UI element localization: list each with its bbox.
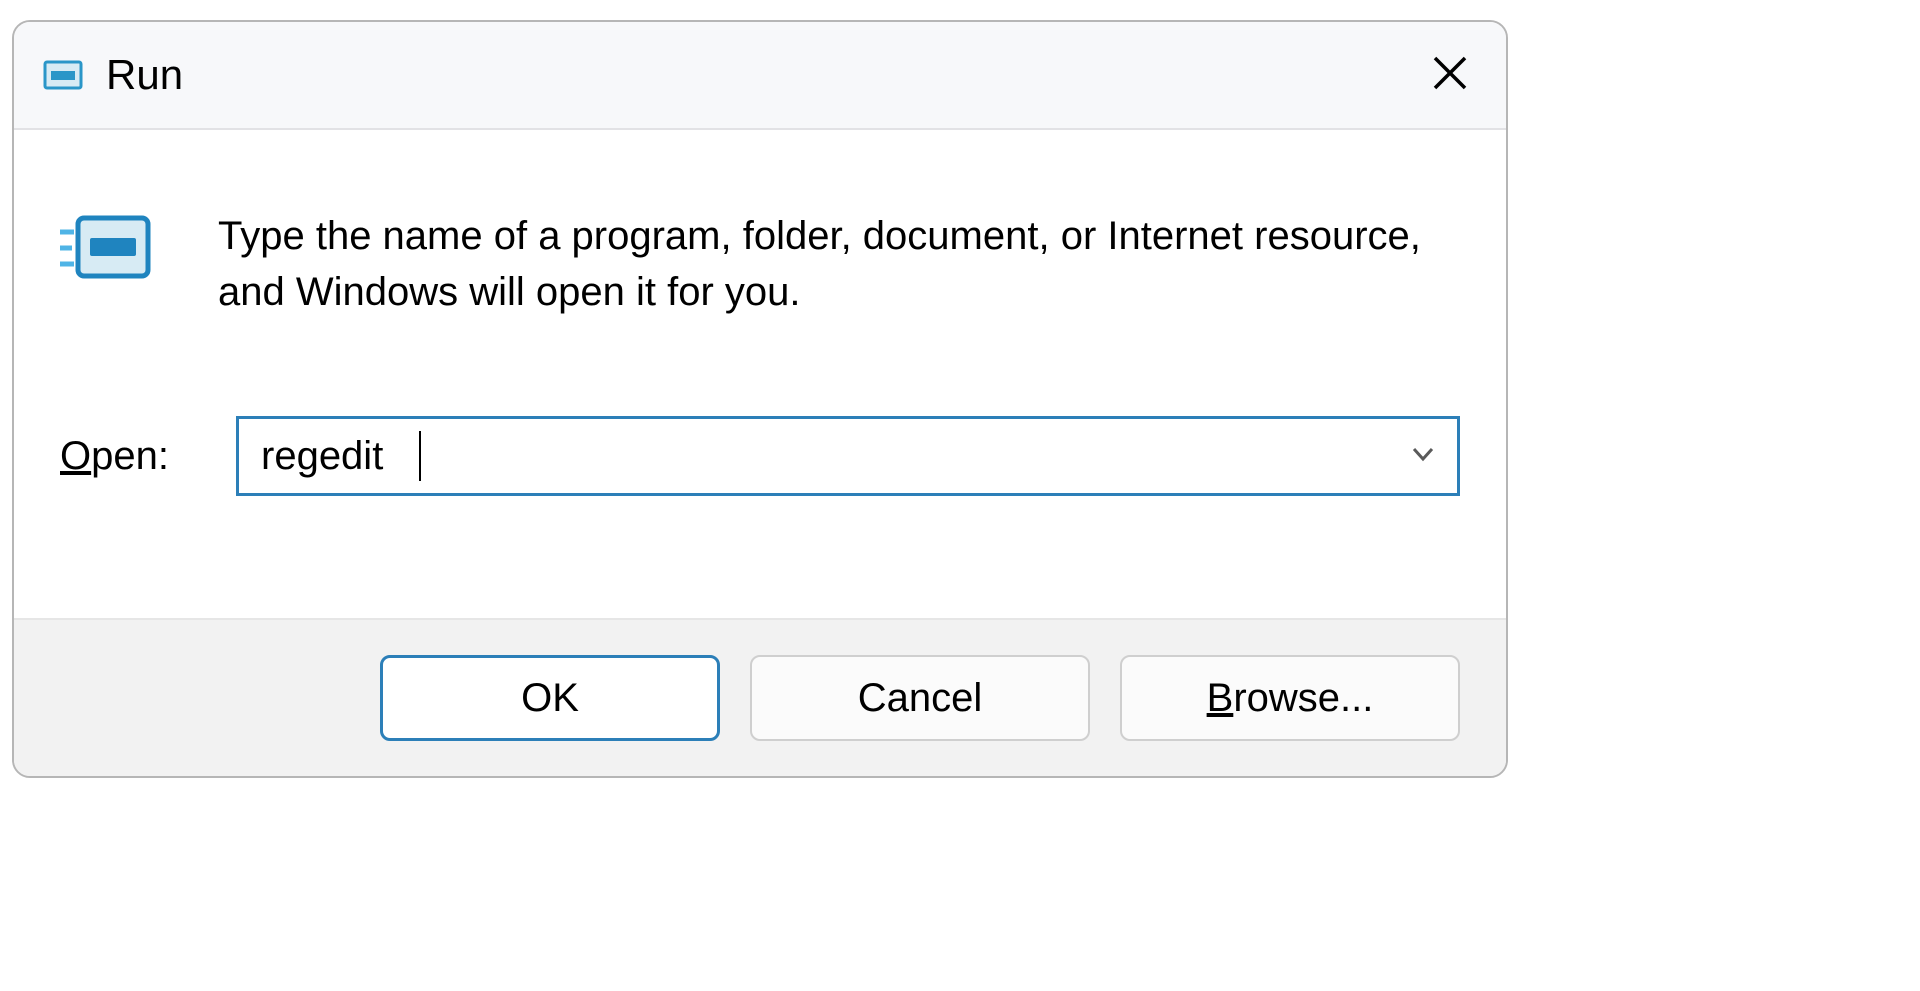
open-input[interactable] — [239, 419, 1457, 493]
run-dialog: Run — [12, 20, 1508, 778]
ok-button-label: OK — [521, 676, 579, 721]
dialog-title: Run — [106, 51, 1418, 99]
dialog-footer: OK Cancel Browse... — [14, 618, 1506, 776]
dialog-description: Type the name of a program, folder, docu… — [218, 208, 1458, 320]
ok-button[interactable]: OK — [380, 655, 720, 741]
browse-button[interactable]: Browse... — [1120, 655, 1460, 741]
combobox-dropdown-button[interactable] — [1403, 419, 1443, 493]
run-large-icon — [60, 214, 152, 284]
cancel-button-label: Cancel — [858, 676, 983, 721]
browse-button-label: Browse... — [1207, 676, 1374, 721]
run-app-icon — [42, 54, 84, 96]
open-label: Open: — [60, 434, 236, 479]
titlebar: Run — [14, 22, 1506, 130]
open-combobox[interactable] — [236, 416, 1460, 496]
dialog-body: Type the name of a program, folder, docu… — [14, 130, 1506, 618]
cancel-button[interactable]: Cancel — [750, 655, 1090, 741]
text-cursor — [419, 431, 421, 481]
close-icon — [1431, 54, 1469, 97]
chevron-down-icon — [1410, 441, 1436, 472]
close-button[interactable] — [1418, 43, 1482, 107]
